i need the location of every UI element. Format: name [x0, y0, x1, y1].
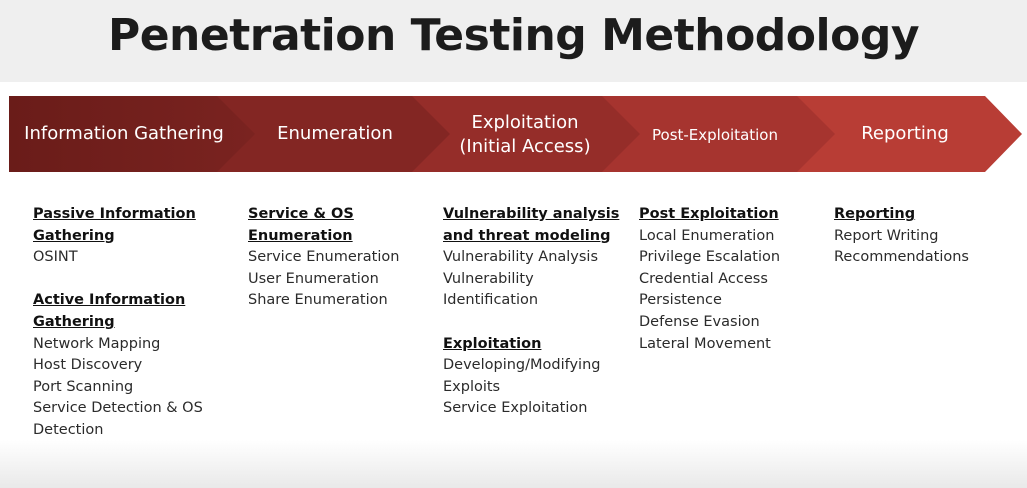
column-information-gathering: Passive Information Gathering OSINT Acti… — [33, 204, 233, 442]
group-passive-information-gathering: Passive Information Gathering OSINT — [33, 204, 233, 269]
group-active-information-gathering: Active Information Gathering Network Map… — [33, 290, 233, 441]
stage-label-information-gathering: Information Gathering — [24, 123, 224, 144]
stage-label-enumeration: Enumeration — [277, 123, 393, 144]
list-item: Service Enumeration — [248, 249, 400, 266]
column-enumeration: Service & OS Enumeration Service Enumera… — [248, 204, 428, 312]
group-heading: Passive Information — [33, 206, 196, 222]
column-reporting: Reporting Report Writing Recommendations — [834, 204, 1014, 269]
bottom-fade — [0, 440, 1027, 488]
list-item: OSINT — [33, 249, 78, 266]
group-post-exploitation: Post Exploitation Local Enumeration Priv… — [639, 204, 819, 355]
group-heading: Enumeration — [248, 227, 353, 244]
list-item: Network Mapping — [33, 335, 161, 352]
group-heading: Reporting — [834, 206, 916, 222]
group-vulnerability-analysis: Vulnerability analysis and threat modeli… — [443, 204, 633, 312]
stage-label-reporting: Reporting — [861, 123, 949, 144]
group-heading: Service & OS — [248, 206, 354, 222]
list-item: Recommendations — [834, 249, 969, 266]
list-item: Port Scanning — [33, 378, 134, 395]
stage-label-exploitation: Exploitation (Initial Access) — [459, 112, 591, 157]
group-exploitation: Exploitation Developing/Modifying Exploi… — [443, 334, 633, 420]
group-reporting: Reporting Report Writing Recommendations — [834, 204, 1014, 269]
list-item: Vulnerability — [443, 270, 534, 287]
list-item: Defense Evasion — [639, 313, 760, 330]
group-service-os-enumeration: Service & OS Enumeration Service Enumera… — [248, 204, 428, 312]
list-item: Vulnerability Analysis — [443, 249, 599, 266]
group-heading: Active Information — [33, 292, 186, 309]
list-item: Identification — [443, 292, 539, 309]
group-heading: and threat modeling — [443, 227, 611, 244]
column-post-exploitation: Post Exploitation Local Enumeration Priv… — [639, 204, 819, 355]
list-item: Report Writing — [834, 227, 939, 244]
list-item: Lateral Movement — [639, 335, 771, 352]
group-heading: Post Exploitation — [639, 206, 779, 222]
list-item: Detection — [33, 421, 104, 438]
group-heading: Exploitation — [443, 335, 542, 352]
stage-label-post-exploitation: Post-Exploitation — [652, 126, 778, 144]
list-item: Persistence — [639, 292, 722, 309]
list-item: Developing/Modifying — [443, 357, 601, 374]
group-heading: Gathering — [33, 313, 115, 330]
list-item: Exploits — [443, 378, 501, 395]
list-item: User Enumeration — [248, 270, 379, 287]
list-item: Service Detection & OS — [33, 400, 203, 417]
list-item: Privilege Escalation — [639, 249, 781, 266]
list-item: Local Enumeration — [639, 227, 775, 244]
list-item: Host Discovery — [33, 357, 143, 374]
list-item: Share Enumeration — [248, 292, 388, 309]
list-item: Service Exploitation — [443, 400, 588, 417]
group-heading: Vulnerability analysis — [443, 206, 620, 222]
column-exploitation: Vulnerability analysis and threat modeli… — [443, 204, 633, 420]
list-item: Credential Access — [639, 270, 768, 287]
group-heading: Gathering — [33, 227, 115, 244]
